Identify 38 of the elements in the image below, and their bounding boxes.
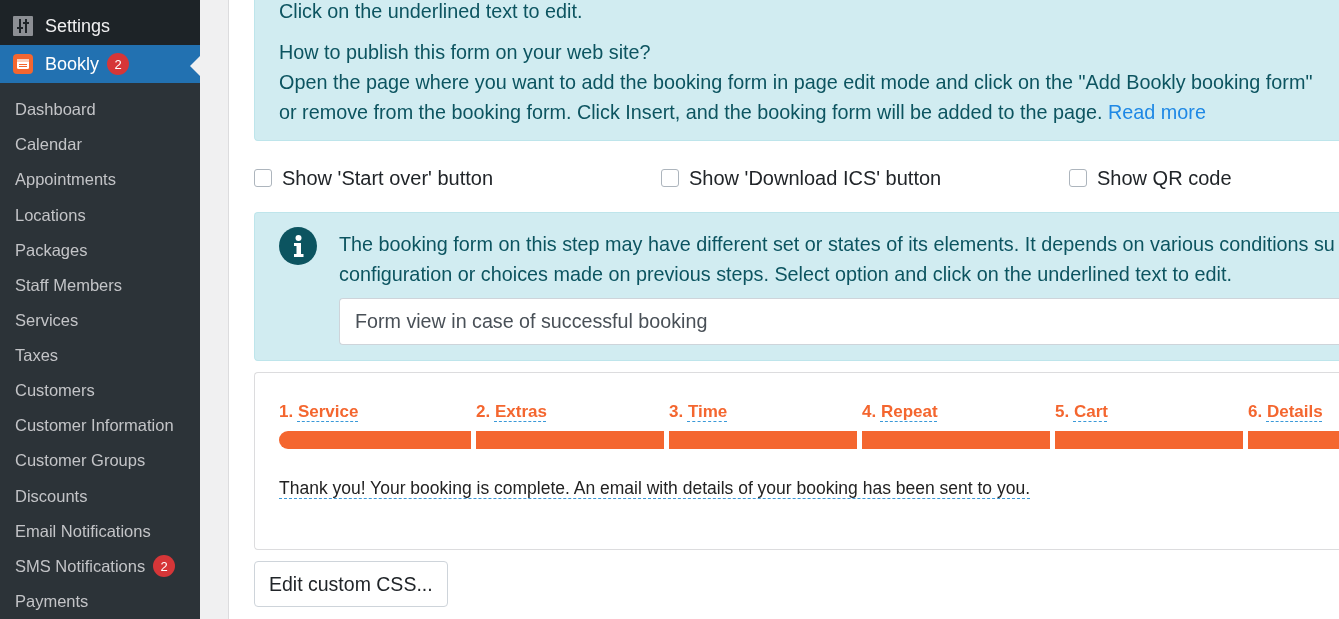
help-text-line: Open the page where you want to add the booking form in page edit mode and click on the "Add Bookly booking form": [279, 70, 1314, 95]
submenu-item[interactable]: Customers: [0, 373, 200, 409]
submenu-item[interactable]: Packages: [0, 232, 200, 268]
info-text-line: The booking form on this step may have different set or states of its elements. It depends on various conditions su: [339, 232, 1336, 257]
submenu-item[interactable]: Services: [0, 302, 200, 338]
submenu-item[interactable]: Payments: [0, 583, 200, 619]
completion-message[interactable]: Thank you! Your booking is complete. An email with details of your booking has been sent to you.: [279, 477, 1031, 499]
submenu-item[interactable]: Calendar: [0, 127, 200, 163]
checkbox-label[interactable]: Show 'Start over' button: [282, 166, 494, 190]
menu-item[interactable]: Settings: [0, 7, 200, 46]
pointer-arrow-icon: [190, 56, 200, 77]
submenu-item[interactable]: Customer Groups: [0, 443, 200, 479]
info-icon: [279, 227, 317, 265]
help-heading: How to publish this form on your web site?: [279, 40, 652, 65]
submenu-item[interactable]: Customer Information: [0, 408, 200, 444]
checkbox-label[interactable]: Show QR code: [1097, 166, 1232, 190]
select-field[interactable]: Form view in case of successful booking: [339, 298, 1339, 345]
submenu-item[interactable]: Appointments: [0, 162, 200, 198]
menu-item[interactable]: Bookly 2: [0, 45, 200, 84]
calendar-icon: [13, 54, 33, 75]
submenu-item[interactable]: Locations: [0, 197, 200, 233]
edit-css-button[interactable]: Edit custom CSS...: [254, 561, 448, 607]
submenu-item[interactable]: SMS Notifications 2: [0, 548, 200, 584]
checkbox[interactable]: [1069, 169, 1087, 187]
submenu-item[interactable]: Discounts: [0, 478, 200, 514]
sliders-icon: [13, 16, 33, 37]
help-note: Click on the underlined text to edit.: [279, 0, 584, 22]
info-text-line: configuration or choices made on previous steps. Select option and click on the underlined text to edit.: [339, 262, 1233, 287]
submenu-item[interactable]: Email Notifications: [0, 513, 200, 549]
submenu-item[interactable]: Dashboard: [0, 92, 200, 128]
help-text-line: or remove from the booking form. Click Insert, and the booking form will be added to the page. Read more: [279, 100, 1207, 125]
submenu-item[interactable]: Taxes: [0, 338, 200, 374]
checkbox-label[interactable]: Show 'Download ICS' button: [689, 166, 942, 190]
submenu-item[interactable]: Staff Members: [0, 267, 200, 303]
notification-badge: 2: [153, 555, 176, 578]
checkbox[interactable]: [254, 169, 272, 187]
checkbox[interactable]: [661, 169, 679, 187]
notification-badge: 2: [107, 53, 130, 76]
